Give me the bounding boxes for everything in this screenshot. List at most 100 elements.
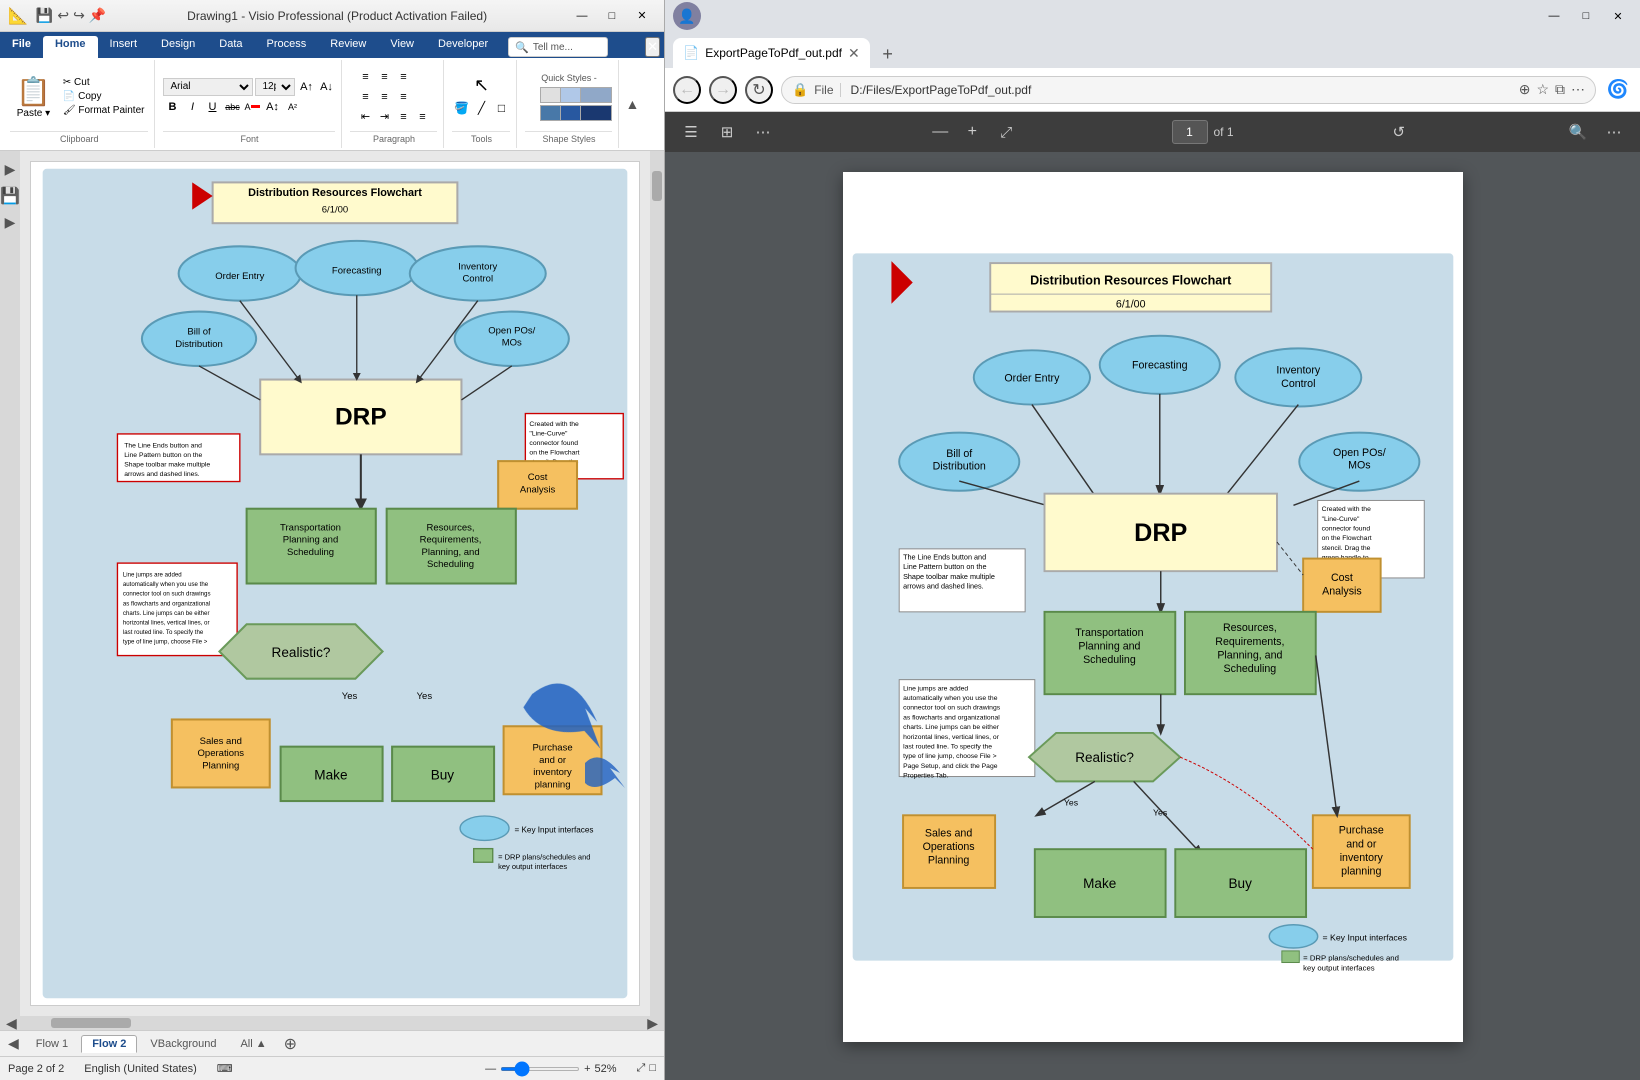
font-grow-button[interactable]: A↑ bbox=[297, 78, 315, 96]
flow2-tab[interactable]: Flow 2 bbox=[81, 1035, 137, 1053]
vbackground-tab[interactable]: VBackground bbox=[139, 1035, 227, 1053]
save-page-icon[interactable]: 💾 bbox=[0, 186, 20, 206]
pdf-more2-button[interactable]: ⋯ bbox=[1600, 118, 1628, 146]
pdf-zoom-in-button[interactable]: + bbox=[960, 120, 984, 144]
address-field[interactable]: 🔒 File D:/Files/ExportPageToPdf_out.pdf … bbox=[781, 76, 1596, 104]
list-number-button[interactable]: ≡ bbox=[413, 108, 431, 126]
font-name-select[interactable]: Arial bbox=[163, 78, 253, 96]
svg-text:Requirements,: Requirements, bbox=[1215, 636, 1284, 648]
undo-icon[interactable]: ↩ bbox=[57, 7, 69, 24]
zoom-out-button[interactable]: — bbox=[485, 1063, 496, 1075]
split-icon[interactable]: ⧉ bbox=[1555, 81, 1565, 98]
pin-icon[interactable]: 📌 bbox=[89, 7, 106, 24]
page-nav-left[interactable]: ◀ bbox=[4, 1035, 23, 1052]
close-button[interactable]: ✕ bbox=[628, 5, 656, 27]
pdf-search-button[interactable]: 🔍 bbox=[1564, 118, 1592, 146]
maximize-button[interactable]: □ bbox=[598, 5, 626, 27]
shadow-button[interactable]: □ bbox=[492, 99, 510, 117]
pdf-thumbnail-button[interactable]: ⊞ bbox=[713, 118, 741, 146]
zoom-in-button[interactable]: + bbox=[584, 1063, 590, 1075]
new-tab-button[interactable]: + bbox=[874, 40, 902, 68]
visio-diagram[interactable]: Distribution Resources Flowchart 6/1/00 … bbox=[30, 161, 640, 1006]
pdf-menu-button[interactable]: ☰ bbox=[677, 118, 705, 146]
pointer-tool-button[interactable]: ↖ bbox=[472, 77, 490, 95]
browser-close-button[interactable]: ✕ bbox=[1604, 5, 1632, 27]
italic-button[interactable]: I bbox=[183, 98, 201, 116]
align-center2-button[interactable]: ≡ bbox=[375, 88, 393, 106]
bold-button[interactable]: B bbox=[163, 98, 181, 116]
flow1-tab[interactable]: Flow 1 bbox=[25, 1035, 79, 1053]
fill-button[interactable]: 🪣 bbox=[452, 99, 470, 117]
expand-icon[interactable]: ▶ bbox=[5, 161, 16, 178]
developer-tab[interactable]: Developer bbox=[426, 36, 500, 58]
pdf-tab-close-button[interactable]: ✕ bbox=[848, 45, 860, 62]
style-6[interactable] bbox=[580, 105, 612, 121]
align-right2-button[interactable]: ≡ bbox=[394, 88, 412, 106]
pdf-more-button[interactable]: ⋯ bbox=[749, 118, 777, 146]
underline-button[interactable]: U bbox=[203, 98, 221, 116]
minimize-button[interactable]: — bbox=[568, 5, 596, 27]
pdf-rotate-button[interactable]: ↺ bbox=[1385, 118, 1413, 146]
horizontal-scrollbar[interactable]: ◀ ▶ bbox=[0, 1016, 664, 1030]
zoom-addr-icon[interactable]: ⊕ bbox=[1519, 81, 1531, 98]
refresh-button[interactable]: ↻ bbox=[745, 76, 773, 104]
edge-icon[interactable]: 🌀 bbox=[1604, 76, 1632, 104]
back-button[interactable]: ← bbox=[673, 76, 701, 104]
data-tab[interactable]: Data bbox=[207, 36, 254, 58]
ribbon-collapse[interactable]: ▲ bbox=[621, 60, 643, 148]
browser-maximize-button[interactable]: □ bbox=[1572, 5, 1600, 27]
strikethrough-button[interactable]: abc bbox=[223, 98, 241, 116]
fit-view-button[interactable]: ⤢ bbox=[637, 1062, 646, 1075]
home-tab[interactable]: Home bbox=[43, 36, 98, 58]
review-tab[interactable]: Review bbox=[318, 36, 378, 58]
h-scrollbar-thumb[interactable] bbox=[51, 1018, 131, 1028]
line-button[interactable]: ╱ bbox=[472, 99, 490, 117]
text-highlight-button[interactable]: A↕ bbox=[263, 98, 281, 116]
canvas-main[interactable]: Distribution Resources Flowchart 6/1/00 … bbox=[20, 151, 650, 1016]
scrollbar-thumb[interactable] bbox=[652, 171, 662, 201]
style-3[interactable] bbox=[580, 87, 612, 103]
all-tab[interactable]: All ▲ bbox=[229, 1035, 277, 1053]
indent-increase-button[interactable]: ⇥ bbox=[375, 108, 393, 126]
font-color-button[interactable]: A bbox=[243, 98, 261, 116]
pdf-page-input[interactable] bbox=[1172, 120, 1208, 144]
zoom-slider[interactable] bbox=[500, 1067, 580, 1071]
scroll-left-button[interactable]: ◀ bbox=[2, 1015, 21, 1032]
more-icon[interactable]: ⋯ bbox=[1571, 81, 1585, 98]
align-left2-button[interactable]: ≡ bbox=[356, 88, 374, 106]
pdf-content[interactable]: Distribution Resources Flowchart 6/1/00 … bbox=[665, 152, 1640, 1080]
star-icon[interactable]: ☆ bbox=[1536, 81, 1549, 98]
insert-tab[interactable]: Insert bbox=[98, 36, 150, 58]
format-painter-button[interactable]: 🖌 Format Painter bbox=[59, 104, 149, 117]
redo-icon[interactable]: ↪ bbox=[73, 7, 85, 24]
normal-view-button[interactable]: □ bbox=[649, 1062, 656, 1075]
forward-button[interactable]: → bbox=[709, 76, 737, 104]
add-page-button[interactable]: ⊕ bbox=[280, 1034, 301, 1054]
paste-button[interactable]: 📋 Paste ▾ bbox=[10, 73, 57, 121]
font-shrink-button[interactable]: A↓ bbox=[317, 78, 335, 96]
list-bullet-button[interactable]: ≡ bbox=[394, 108, 412, 126]
profile-avatar[interactable]: 👤 bbox=[673, 2, 701, 30]
design-tab[interactable]: Design bbox=[149, 36, 207, 58]
browser-minimize-button[interactable]: — bbox=[1540, 5, 1568, 27]
save-icon[interactable]: 💾 bbox=[36, 7, 53, 24]
vertical-scrollbar[interactable] bbox=[650, 151, 664, 1016]
align-left-button[interactable]: ≡ bbox=[356, 68, 374, 86]
view-tab[interactable]: View bbox=[378, 36, 426, 58]
pdf-zoom-out-button[interactable]: — bbox=[928, 120, 952, 144]
copy-button[interactable]: 📄 Copy bbox=[59, 90, 149, 103]
file-tab[interactable]: File bbox=[0, 36, 43, 58]
ribbon-close-button[interactable]: ✕ bbox=[645, 37, 660, 57]
font-size-select[interactable]: 12pt. bbox=[255, 78, 295, 96]
align-right-button[interactable]: ≡ bbox=[394, 68, 412, 86]
page-nav-icon[interactable]: ▶ bbox=[5, 214, 16, 231]
superscript-button[interactable]: A² bbox=[283, 98, 301, 116]
pdf-fit-button[interactable]: ⤢ bbox=[992, 118, 1020, 146]
indent-decrease-button[interactable]: ⇤ bbox=[356, 108, 374, 126]
tell-me-box[interactable]: 🔍 Tell me... bbox=[508, 37, 608, 57]
align-center-button[interactable]: ≡ bbox=[375, 68, 393, 86]
pdf-tab[interactable]: 📄 ExportPageToPdf_out.pdf ✕ bbox=[673, 38, 870, 68]
cut-button[interactable]: ✂ Cut bbox=[59, 76, 149, 89]
scroll-right-button[interactable]: ▶ bbox=[643, 1015, 662, 1032]
process-tab[interactable]: Process bbox=[255, 36, 319, 58]
